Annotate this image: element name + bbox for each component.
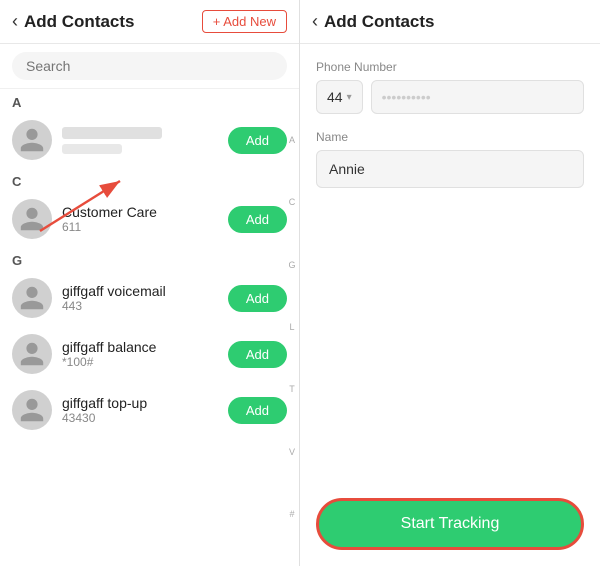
add-contact-button[interactable]: Add [228,206,287,233]
add-contact-button[interactable]: Add [228,127,287,154]
contact-info: giffgaff top-up 43430 [62,395,218,425]
contact-name: giffgaff voicemail [62,283,218,299]
contact-info: giffgaff balance *100# [62,339,218,369]
alpha-index: A C G L T V # [285,89,299,566]
section-label-g: G [0,247,299,270]
add-new-button[interactable]: + Add New [202,10,287,33]
phone-row: 44 ▾ [316,80,584,114]
contact-number: *100# [62,355,218,369]
country-code-selector[interactable]: 44 ▾ [316,80,363,114]
start-tracking-button[interactable]: Start Tracking [316,498,584,550]
avatar [12,390,52,430]
search-bar [0,44,299,89]
right-panel: ‹ Add Contacts Phone Number 44 ▾ Name St… [300,0,600,566]
contact-item: Customer Care 611 Add [0,191,299,247]
right-back-arrow-icon[interactable]: ‹ [312,11,318,32]
alpha-letter: A [289,136,295,145]
avatar [12,334,52,374]
name-input[interactable] [316,150,584,188]
section-label-a: A [0,89,299,112]
alpha-letter: L [289,323,294,332]
name-placeholder [62,127,162,139]
contact-item: giffgaff voicemail 443 Add [0,270,299,326]
contact-info: Customer Care 611 [62,204,218,234]
add-contact-button[interactable]: Add [228,285,287,312]
contact-name: Customer Care [62,204,218,220]
avatar [12,120,52,160]
alpha-letter: C [289,198,296,207]
contact-number: 611 [62,220,218,234]
right-header: ‹ Add Contacts [300,0,600,44]
country-code-value: 44 [327,89,343,105]
contact-item: giffgaff balance *100# Add [0,326,299,382]
form-content: Phone Number 44 ▾ Name [300,44,600,482]
alpha-letter: G [288,261,295,270]
alpha-letter: T [289,385,295,394]
contact-info: giffgaff voicemail 443 [62,283,218,313]
contact-item: giffgaff top-up 43430 Add [0,382,299,438]
section-label-c: C [0,168,299,191]
contacts-list: A Add C Customer Care 611 [0,89,299,566]
contact-info [62,127,218,154]
avatar [12,278,52,318]
add-contact-button[interactable]: Add [228,341,287,368]
name-label: Name [316,130,584,144]
contact-number: 443 [62,299,218,313]
contact-name: giffgaff balance [62,339,218,355]
phone-number-input[interactable] [371,80,584,114]
alpha-letter: # [289,510,294,519]
chevron-down-icon: ▾ [347,92,352,103]
left-page-title: Add Contacts [24,12,135,32]
num-placeholder [62,144,122,154]
left-header: ‹ Add Contacts + Add New [0,0,299,44]
contact-number: 43430 [62,411,218,425]
alpha-letter: V [289,448,295,457]
contact-name: giffgaff top-up [62,395,218,411]
add-contact-button[interactable]: Add [228,397,287,424]
right-page-title: Add Contacts [324,12,435,32]
avatar [12,199,52,239]
contact-item: Add [0,112,299,168]
left-header-left: ‹ Add Contacts [12,11,135,32]
left-panel: ‹ Add Contacts + Add New A Add [0,0,300,566]
search-input[interactable] [12,52,287,80]
phone-label: Phone Number [316,60,584,74]
bottom-btn-area: Start Tracking [300,482,600,566]
back-arrow-icon[interactable]: ‹ [12,11,18,32]
